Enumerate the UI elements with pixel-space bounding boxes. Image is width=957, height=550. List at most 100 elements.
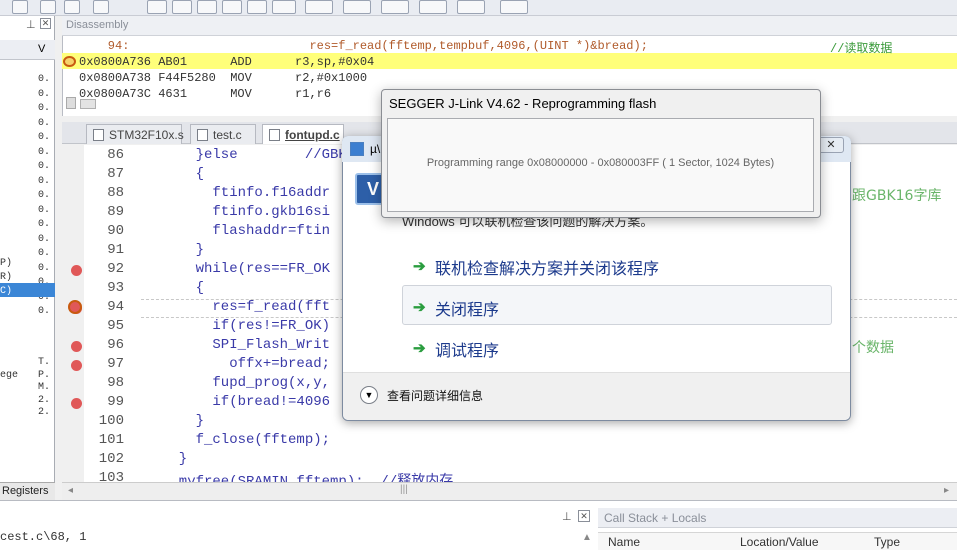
toolbar-button[interactable] [381, 0, 409, 14]
toolbar-button[interactable] [93, 0, 109, 14]
toolbar-button[interactable] [40, 0, 56, 14]
callstack-header: Name Location/Value Type [598, 532, 957, 550]
toolbar-button[interactable] [247, 0, 267, 14]
line-number: 87 [107, 166, 124, 182]
breakpoint-icon[interactable] [71, 341, 82, 352]
scroll-up-icon[interactable]: ▲ [582, 532, 592, 543]
toolbar [0, 0, 957, 16]
code-text: { [162, 166, 205, 182]
close-button[interactable]: ✕ [818, 137, 844, 153]
editor-horizontal-scrollbar[interactable]: ◂ ||| ▸ [62, 482, 957, 500]
toolbar-button[interactable] [500, 0, 528, 14]
registers-header: V [0, 40, 55, 60]
toolbar-button[interactable] [457, 0, 485, 14]
column-value-label: V [38, 43, 46, 55]
scroll-grip-icon[interactable]: ||| [400, 484, 408, 495]
code-text: res=f_read(fft [162, 299, 331, 315]
register-name: R) [0, 272, 13, 283]
code-text: }else //GBK1 [162, 147, 356, 163]
toolbar-button[interactable] [272, 0, 296, 14]
code-text: } [162, 242, 205, 258]
option-label: 关闭程序 [435, 302, 500, 319]
toolbar-button[interactable] [197, 0, 217, 14]
disassembly-line[interactable]: 94: res=f_read(fftemp,tempbuf,4096,(UINT… [79, 39, 648, 55]
code-text: } [162, 451, 188, 467]
code-text: if(bread!=4096 [162, 394, 331, 410]
breakpoint-icon[interactable] [71, 398, 82, 409]
option-close-program[interactable]: ➔ 关闭程序 [402, 285, 832, 325]
code-text: f_close(fftemp); [162, 432, 331, 448]
option-check-online[interactable]: ➔ 联机检查解决方案并关闭该程序 [402, 244, 832, 284]
option-debug-program[interactable]: ➔ 调试程序 [402, 326, 832, 366]
file-icon [269, 129, 280, 141]
line-number: 90 [107, 223, 124, 239]
column-name[interactable]: Name [608, 535, 640, 549]
tab-stm32f10x[interactable]: STM32F10x.s [86, 124, 184, 144]
column-type[interactable]: Type [874, 535, 900, 549]
horizontal-scrollbar[interactable] [80, 99, 96, 109]
breakpoint-icon[interactable] [71, 265, 82, 276]
toolbar-button[interactable] [222, 0, 242, 14]
disassembly-line[interactable]: 0x0800A738 F44F5280 MOV r2,#0x1000 [79, 71, 367, 87]
register-flag-right: P. [38, 369, 51, 381]
code-comment: 个数据 [852, 340, 894, 356]
line-number: 98 [107, 375, 124, 391]
file-icon [93, 129, 104, 141]
code-text: { [162, 280, 205, 296]
details-link[interactable]: 查看问题详细信息 [387, 387, 483, 404]
code-text: while(res==FR_OK [162, 261, 331, 277]
registers-tab[interactable]: Registers [0, 482, 55, 500]
line-number: 101 [98, 432, 124, 448]
code-text: ftinfo.gkb16si [162, 204, 331, 220]
tab-label: STM32F10x.s [109, 128, 184, 142]
scroll-left-button[interactable] [66, 97, 76, 109]
code-line[interactable]: 102 } [62, 451, 957, 470]
register-value: 0. [38, 248, 51, 259]
column-location[interactable]: Location/Value [740, 535, 819, 549]
line-number: 89 [107, 204, 124, 220]
toolbar-button[interactable] [64, 0, 80, 14]
disassembly-line[interactable]: 0x0800A73C 4631 MOV r1,r6 [79, 87, 331, 103]
code-line[interactable]: 101 f_close(fftemp); [62, 432, 957, 451]
register-flag-right: M. [38, 382, 51, 393]
register-value: 0. [38, 146, 51, 158]
jlink-message: Programming range 0x08000000 - 0x080003F… [426, 157, 775, 169]
line-number: 91 [107, 242, 124, 258]
line-number: 99 [107, 394, 124, 410]
pin-icon[interactable]: ⊥ [26, 18, 36, 31]
breakpoint-icon[interactable] [71, 360, 82, 371]
toolbar-button[interactable] [12, 0, 28, 14]
register-flag-right: T. [38, 357, 51, 368]
register-value: 0. [38, 190, 51, 201]
line-number: 94 [107, 299, 124, 315]
file-icon [197, 129, 208, 141]
register-value: 0. [38, 204, 51, 216]
register-name: P) [0, 258, 13, 269]
status-path: cest.c\68, 1 [0, 530, 87, 544]
register-value: 0. [38, 132, 51, 143]
line-number: 95 [107, 318, 124, 334]
register-value: 0. [38, 262, 51, 274]
toolbar-button[interactable] [419, 0, 447, 14]
code-text: if(res!=FR_OK) [162, 318, 331, 334]
register-value: 0. [38, 161, 51, 172]
tab-fontupd-c[interactable]: fontupd.c [262, 124, 344, 144]
close-icon[interactable]: ✕ [578, 510, 590, 522]
toolbar-button[interactable] [147, 0, 167, 14]
green-arrow-icon: ➔ [413, 340, 426, 357]
disassembly-line[interactable]: 0x0800A736 AB01 ADD r3,sp,#0x04 [79, 55, 374, 71]
pin-icon[interactable]: ⊥ [562, 510, 572, 523]
toolbar-button[interactable] [343, 0, 371, 14]
execution-pointer-icon [63, 56, 76, 67]
scroll-right-icon[interactable]: ▸ [944, 485, 949, 496]
toolbar-button[interactable] [305, 0, 333, 14]
toolbar-button[interactable] [172, 0, 192, 14]
option-label: 联机检查解决方案并关闭该程序 [435, 261, 660, 278]
close-icon[interactable]: ✕ [40, 18, 51, 29]
disassembly-title: Disassembly [62, 16, 957, 36]
green-arrow-icon: ➔ [413, 258, 426, 275]
scroll-left-icon[interactable]: ◂ [68, 485, 73, 496]
tab-test-c[interactable]: test.c [190, 124, 256, 144]
current-line-marker-icon [68, 300, 82, 314]
chevron-down-icon[interactable]: ▼ [360, 386, 378, 404]
